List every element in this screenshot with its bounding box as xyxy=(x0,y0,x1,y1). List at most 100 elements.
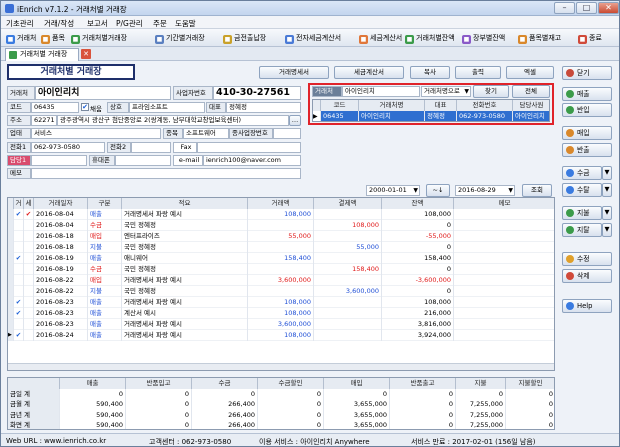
query-button[interactable]: 조회 xyxy=(522,184,552,197)
date-to-field[interactable]: 2016-08-29 ▼ xyxy=(455,185,515,196)
menu-help[interactable]: 도움말 xyxy=(175,18,196,29)
fax-field[interactable] xyxy=(197,142,301,153)
help-button[interactable]: Help xyxy=(562,299,612,313)
cell-pay: 108,000 xyxy=(314,220,382,231)
mobile-field[interactable] xyxy=(115,155,171,166)
memo-field[interactable] xyxy=(31,168,301,179)
ceo-field[interactable]: 정혜정 xyxy=(226,102,301,113)
tab-close-icon[interactable]: ✕ xyxy=(81,49,91,59)
toolbar-stock[interactable]: ■ 품목별재고 xyxy=(518,32,561,44)
toolbar-client-ledger[interactable]: ■ 거래처별거래장 xyxy=(71,32,127,44)
purchase-button[interactable]: 매입 xyxy=(562,126,612,140)
collect-cancel-dropdown[interactable]: ▼ xyxy=(602,183,612,197)
status-web-url[interactable]: Web URL : www.ienrich.co.kr xyxy=(6,437,106,445)
menu-report[interactable]: 보고서 xyxy=(87,18,108,29)
cell-desc: 거래명세서 파랑 예시 xyxy=(122,319,248,330)
toolbar-tax[interactable]: ■ 세금계산서 xyxy=(359,32,402,44)
copy-button[interactable]: 복사 xyxy=(410,66,450,79)
minimize-button[interactable]: – xyxy=(554,2,575,14)
purchase-return-button[interactable]: 반출 xyxy=(562,143,612,157)
table-row[interactable]: 2016-08-18 매입 엔터프라이즈 55,000 -55,000 xyxy=(8,231,554,242)
all-button[interactable]: 전체 xyxy=(512,85,550,98)
table-row[interactable]: ✔ ✔ 2016-08-04 매출 거래명세서 파랑 예시 108,000 108,000 xyxy=(8,209,554,220)
find-button[interactable]: 찾기 xyxy=(473,85,509,98)
search-input[interactable]: 아이인리치 xyxy=(342,86,420,97)
statement-button[interactable]: 거래명세서 xyxy=(259,66,329,79)
pay-dropdown[interactable]: ▼ xyxy=(602,206,612,220)
sort-toggle-button[interactable]: ~↓ xyxy=(426,184,450,197)
address-search-button[interactable]: … xyxy=(289,115,301,126)
ledger-scrollbar[interactable] xyxy=(8,363,554,370)
cell-kind: 매입 xyxy=(88,231,122,242)
toolbar-item[interactable]: ■ 품목 xyxy=(41,32,65,44)
cell-desc: 거래명세서 파랑 예시 xyxy=(122,297,248,308)
search-result-row[interactable]: ▶ 06435 아이인리치 정혜정 062-973-0580 아이인리치 xyxy=(313,111,549,121)
table-row[interactable]: ✔ 2016-08-19 매출 애니웨어 158,400 158,400 xyxy=(8,253,554,264)
tab-client-ledger[interactable]: 거래처별 거래장 xyxy=(5,48,79,61)
excel-button[interactable]: 엑셀 xyxy=(506,66,554,79)
tel2-label: 전화2 xyxy=(107,142,131,153)
table-row[interactable]: 2016-08-19 수금 국민 정혜정 158,400 0 xyxy=(8,264,554,275)
email-field[interactable]: ienrich100@naver.com xyxy=(203,155,301,166)
date-from-field[interactable]: 2000-01-01 ▼ xyxy=(366,185,420,196)
table-row[interactable]: ▶ ✔ 2016-08-24 매출 거래명세서 파랑 예시 108,000 3,924,00… xyxy=(8,330,554,341)
print-button[interactable]: 출력 xyxy=(455,66,501,79)
chevron-down-icon: ▼ xyxy=(464,88,469,95)
cell-pay: 158,400 xyxy=(314,264,382,275)
table-row[interactable]: ✔ 2016-08-23 매출 거래명세서 파랑 예시 108,000 108,000 xyxy=(8,297,554,308)
tel2-field[interactable] xyxy=(131,142,171,153)
close-button[interactable]: 닫기 xyxy=(562,66,612,80)
pay-cancel-dropdown[interactable]: ▼ xyxy=(602,223,612,237)
sales-button[interactable]: 매출 xyxy=(562,87,612,101)
address-field[interactable]: 광주광역시 광산구 첨단중앙로 2(쌍계동, 남부대학교창업보육센터) xyxy=(57,115,289,126)
maximize-button[interactable]: □ xyxy=(576,2,597,14)
table-row[interactable]: 2016-08-04 수금 국민 정혜정 108,000 0 xyxy=(8,220,554,231)
biz-type-field[interactable]: 서비스 xyxy=(31,128,161,139)
cell-amt xyxy=(248,286,314,297)
summary-cell: 0 xyxy=(126,419,192,429)
table-row[interactable]: ✔ 2016-08-23 매출 계산서 예시 108,000 216,000 xyxy=(8,308,554,319)
table-row[interactable]: 2016-08-22 지불 국민 정혜정 3,600,000 0 xyxy=(8,286,554,297)
close-window-button[interactable]: ✕ xyxy=(598,2,619,14)
search-mode-select[interactable]: 거래처명으로 ▼ xyxy=(421,86,471,97)
toolbar-exit[interactable]: ■ 종료 xyxy=(578,32,602,44)
pay-button[interactable]: 지불 xyxy=(562,206,602,220)
table-row[interactable]: 2016-08-22 매입 거래명세서 파랑 예시 3,600,000 -3,600,0… xyxy=(8,275,554,286)
tel1-field[interactable]: 062-973-0580 xyxy=(31,142,105,153)
biz-item-field[interactable]: 소프트웨어 xyxy=(183,128,229,139)
pay-cancel-button[interactable]: 지탈 xyxy=(562,223,602,237)
menu-trade[interactable]: 거래/작성 xyxy=(44,18,74,29)
zip-field[interactable]: 62271 xyxy=(31,115,57,126)
table-row[interactable]: 2016-08-23 매출 거래명세서 파랑 예시 3,600,000 3,816,00… xyxy=(8,319,554,330)
sales-return-button[interactable]: 반입 xyxy=(562,103,612,117)
toolbar-client-balance[interactable]: ■ 거래처별잔액 xyxy=(405,32,455,44)
use-checkbox[interactable]: ✔ xyxy=(81,103,89,111)
menu-pg[interactable]: P/G관리 xyxy=(116,18,143,29)
menu-order[interactable]: 주문 xyxy=(153,18,167,29)
tax-invoice-button[interactable]: 세금계산서 xyxy=(334,66,404,79)
collect-dropdown[interactable]: ▼ xyxy=(602,166,612,180)
cash-icon: ■ xyxy=(223,35,232,44)
toolbar-period-ledger[interactable]: ■ 기간별거래장 xyxy=(155,32,205,44)
collect-cancel-button[interactable]: 수탈 xyxy=(562,183,602,197)
toolbar-cashbook[interactable]: ■ 금전출납장 xyxy=(223,32,266,44)
cell-bal: 158,400 xyxy=(382,253,454,264)
sub-biz-field[interactable] xyxy=(273,128,301,139)
menu-basic[interactable]: 기초관리 xyxy=(6,18,34,29)
ceo-label: 대표 xyxy=(206,102,226,113)
toolbar-etax[interactable]: ■ 전자세금계산서 xyxy=(285,32,341,44)
toolbar-client[interactable]: ■ 거래처 xyxy=(6,32,36,44)
edit-button[interactable]: 수정 xyxy=(562,252,612,266)
delete-button[interactable]: 삭제 xyxy=(562,269,612,283)
toolbar-book-balance[interactable]: ■ 장부별잔액 xyxy=(462,32,505,44)
code-field[interactable]: 06435 xyxy=(31,102,79,113)
collect-button[interactable]: 수금 xyxy=(562,166,602,180)
manager-field[interactable] xyxy=(31,155,87,166)
table-row[interactable]: 2016-08-18 지불 국민 정혜정 55,000 0 xyxy=(8,242,554,253)
bizno-field[interactable]: 410-30-27561 xyxy=(213,86,301,100)
trade-field[interactable]: 프라임소프트 xyxy=(129,102,205,113)
pay-icon xyxy=(566,209,574,217)
client-name-field[interactable]: 아이인리치 xyxy=(35,86,171,100)
cell-kind: 수금 xyxy=(88,220,122,231)
ledger-col-check1: 거 xyxy=(14,198,24,209)
